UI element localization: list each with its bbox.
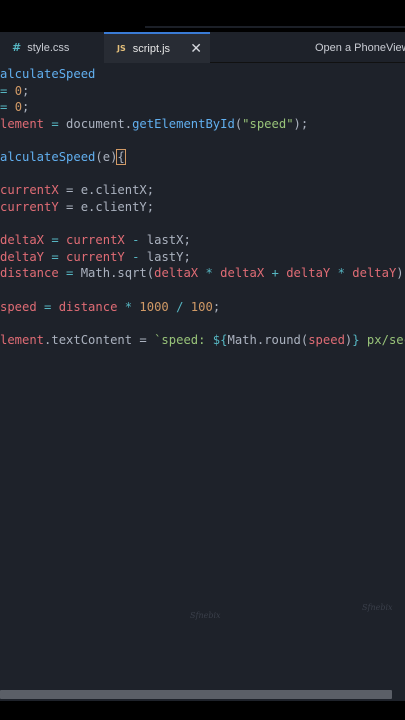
watermark-left: Sfnebix: [190, 611, 221, 620]
code-line: = 0;: [0, 84, 30, 98]
code-line: = 0;: [0, 100, 30, 114]
code-line: deltaY = currentY - lastY;: [0, 250, 191, 264]
tab-phoneview[interactable]: Open a PhoneView Ta: [305, 32, 405, 63]
horizontal-scrollbar-thumb[interactable]: [0, 690, 392, 699]
code-line: lement = document.getElementById("speed"…: [0, 117, 309, 131]
watermark-right: Sfnebix: [362, 603, 393, 612]
code-editor[interactable]: alculateSpeed = 0; = 0; lement = documen…: [0, 63, 405, 691]
app-frame: # style.css JS script.js ✕ Open a PhoneV…: [0, 0, 405, 720]
top-divider: [145, 26, 405, 28]
code-line: currentY = e.clientY;: [0, 200, 155, 214]
js-file-icon: JS: [117, 44, 126, 53]
top-letterbox: [0, 0, 405, 32]
code-line: deltaX = currentX - lastX;: [0, 233, 191, 247]
tab-script-js-label: script.js: [132, 42, 171, 55]
tab-script-js[interactable]: JS script.js ✕: [104, 32, 210, 63]
code-line: speed = distance * 1000 / 100;: [0, 300, 221, 314]
code-line: distance = Math.sqrt(deltaX * deltaX + d…: [0, 266, 405, 280]
tab-style-css[interactable]: # style.css: [0, 32, 104, 63]
tab-phoneview-label: Open a PhoneView Ta: [315, 41, 405, 54]
editor-tab-bar: # style.css JS script.js ✕ Open a PhoneV…: [0, 32, 405, 63]
code-line: alculateSpeed(e){: [0, 149, 126, 165]
code-line: alculateSpeed: [0, 67, 96, 81]
css-file-icon: #: [12, 41, 22, 54]
bottom-letterbox: [0, 701, 405, 720]
close-icon[interactable]: ✕: [190, 41, 202, 57]
code-line: currentX = e.clientX;: [0, 183, 155, 197]
code-line: lement.textContent = `speed: ${Math.roun…: [0, 333, 405, 347]
tab-style-css-label: style.css: [27, 41, 70, 54]
